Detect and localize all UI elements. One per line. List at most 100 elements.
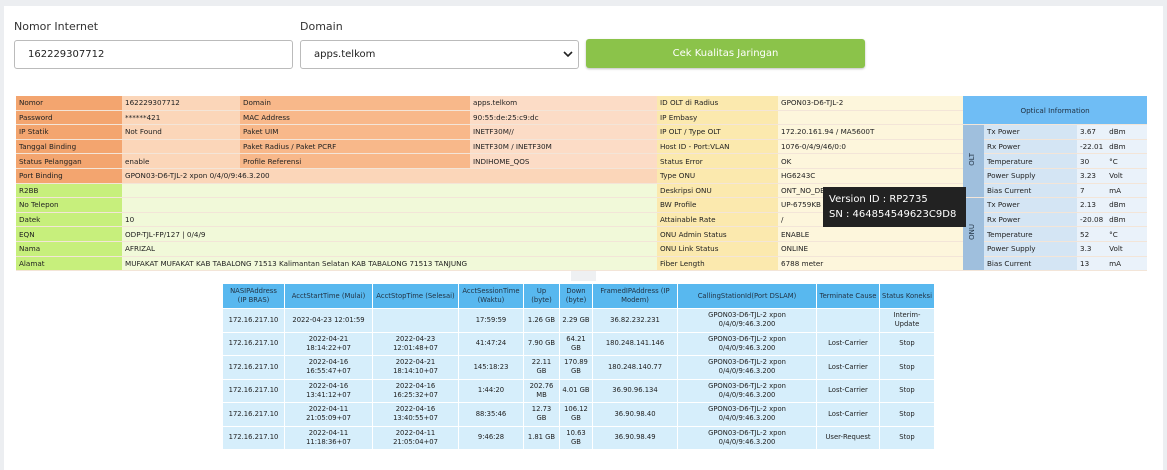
chevron-down-icon bbox=[563, 51, 573, 58]
session-cell: Stop bbox=[879, 378, 935, 403]
optical-metric-name: Bias Current bbox=[984, 256, 1077, 272]
optical-metric-unit: Volt bbox=[1106, 241, 1148, 257]
optical-metric-value: -22.01 bbox=[1077, 139, 1107, 155]
domain-select[interactable]: apps.telkom bbox=[300, 40, 579, 69]
info-row: Nomor 162229307712 Domain apps.telkom ID OLT… bbox=[16, 96, 1148, 126]
session-cell: 17:59:59 bbox=[458, 308, 524, 333]
olt-info-label: Status Error bbox=[657, 153, 778, 169]
session-row: 172.16.217.10 2022-04-21 18:14:22+07 2022-… bbox=[222, 331, 935, 356]
olt-info-label: ONU Link Status bbox=[657, 241, 778, 257]
session-cell: 2022-04-16 16:55:47+07 bbox=[284, 355, 373, 380]
scroll-indicator bbox=[571, 271, 596, 281]
session-cell: Lost-Carrier bbox=[816, 331, 880, 356]
session-cell: 172.16.217.10 bbox=[222, 402, 285, 427]
optical-metric-name: Power Supply bbox=[984, 241, 1077, 257]
session-column-header: Up (byte) bbox=[523, 283, 560, 309]
info-value bbox=[122, 139, 240, 155]
session-row: 172.16.217.10 2022-04-23 12:01:59 17:59:59… bbox=[222, 308, 935, 333]
info-label: IP Statik bbox=[16, 124, 122, 140]
session-cell: 180.248.140.77 bbox=[592, 355, 678, 380]
info-label: Domain bbox=[240, 96, 470, 111]
olt-info-value: 1076-0/4/9/46/0:0 bbox=[778, 139, 963, 155]
session-cell: Stop bbox=[879, 402, 935, 427]
nomor-internet-input[interactable]: 162229307712 bbox=[14, 40, 293, 69]
info-label: No Telepon bbox=[16, 197, 122, 213]
info-row: No Telepon BW Profile UP-6759KB ONU Tx Power… bbox=[16, 197, 1148, 272]
session-cell: GPON03-D6-TJL-2 xpon 0/4/0/9:46.3.200 bbox=[677, 378, 817, 403]
session-cell: 10.63 GB bbox=[559, 425, 593, 450]
info-value: INDIHOME_QOS bbox=[470, 153, 657, 169]
optical-metric-value: -20.08 bbox=[1077, 212, 1107, 228]
domain-label: Domain bbox=[300, 20, 343, 33]
session-cell: 2022-04-21 18:14:10+07 bbox=[372, 355, 459, 380]
session-cell: 2022-04-11 21:05:04+07 bbox=[372, 425, 459, 450]
optical-metric-name: Rx Power bbox=[984, 139, 1077, 155]
session-cell: 4.01 GB bbox=[559, 378, 593, 403]
olt-info-label: IP OLT / Type OLT bbox=[657, 124, 778, 140]
session-cell: 2022-04-16 16:25:32+07 bbox=[372, 378, 459, 403]
session-cell: 2022-04-21 18:14:22+07 bbox=[284, 331, 373, 356]
session-column-header: Down (byte) bbox=[559, 283, 593, 309]
session-cell: 41:47:24 bbox=[458, 331, 524, 356]
session-column-header: CallingStationId(Port DSLAM) bbox=[677, 283, 817, 309]
optical-metric-value: 3.3 bbox=[1077, 241, 1107, 257]
olt-info-value: ONLINE bbox=[778, 241, 963, 257]
session-cell: Interim-Update bbox=[879, 308, 935, 333]
info-row: IP Statik Not Found Paket UIM INETF30M//IP … bbox=[16, 124, 1148, 199]
session-column-header: FramedIPAddress (IP Modem) bbox=[592, 283, 678, 309]
onu-vertical-label: ONU bbox=[968, 224, 976, 241]
info-label: Alamat bbox=[16, 256, 122, 272]
info-value: 90:55:de:25:c9:dc bbox=[470, 110, 657, 126]
tooltip-sn: SN : 464854549623C9D8 bbox=[829, 209, 957, 220]
customer-info-table: Nomor 162229307712 Domain apps.telkom ID OLT… bbox=[16, 96, 1148, 272]
session-cell: 170.89 GB bbox=[559, 355, 593, 380]
cek-kualitas-jaringan-button[interactable]: Cek Kualitas Jaringan bbox=[586, 39, 865, 68]
session-cell: 202.76 MB bbox=[523, 378, 560, 403]
info-label: Nomor bbox=[16, 96, 122, 111]
info-value: ODP-TJL-FP/127 | 0/4/9 bbox=[122, 226, 657, 242]
session-cell: 36.90.98.40 bbox=[592, 402, 678, 427]
olt-info-label: Host ID - Port:VLAN bbox=[657, 139, 778, 155]
optical-metric-name: Bias Current bbox=[984, 183, 1077, 199]
olt-info-value: OK bbox=[778, 153, 963, 169]
session-cell: 1:44:20 bbox=[458, 378, 524, 403]
optical-metric-value: 7 bbox=[1077, 183, 1107, 199]
info-label: Tanggal Binding bbox=[16, 139, 122, 155]
session-row: 172.16.217.10 2022-04-11 11:18:36+07 2022-… bbox=[222, 425, 935, 450]
session-cell: GPON03-D6-TJL-2 xpon 0/4/0/9:46.3.200 bbox=[677, 402, 817, 427]
optical-metric-name: Temperature bbox=[984, 153, 1077, 169]
info-value: apps.telkom bbox=[470, 96, 657, 111]
onu-side-label: ONU bbox=[963, 197, 984, 272]
session-cell: 172.16.217.10 bbox=[222, 425, 285, 450]
info-label: R2BB bbox=[16, 183, 122, 199]
session-cell: 1.26 GB bbox=[523, 308, 560, 333]
optical-metric-name: Temperature bbox=[984, 226, 1077, 242]
info-label: Password bbox=[16, 110, 122, 126]
session-cell bbox=[816, 308, 880, 333]
session-cell: 1.81 GB bbox=[523, 425, 560, 450]
session-cell bbox=[372, 308, 459, 333]
optical-metric-name: Tx Power bbox=[984, 197, 1077, 213]
info-label: Status Pelanggan bbox=[16, 153, 122, 169]
session-cell: 172.16.217.10 bbox=[222, 355, 285, 380]
olt-vertical-label: OLT bbox=[968, 152, 976, 166]
optical-info-title: Optical Information bbox=[963, 96, 1148, 126]
info-value: Not Found bbox=[122, 124, 240, 140]
session-row: 172.16.217.10 2022-04-11 21:05:09+07 2022-… bbox=[222, 402, 935, 427]
olt-info-value: 6788 meter bbox=[778, 256, 963, 272]
info-label: MAC Address bbox=[240, 110, 470, 126]
optical-metric-name: Rx Power bbox=[984, 212, 1077, 228]
session-cell: 2.29 GB bbox=[559, 308, 593, 333]
optical-metric-value: 30 bbox=[1077, 153, 1107, 169]
olt-info-label: ONU Admin Status bbox=[657, 226, 778, 242]
nomor-internet-label: Nomor Internet bbox=[14, 20, 99, 33]
optical-metric-unit: °C bbox=[1106, 226, 1148, 242]
session-cell: GPON03-D6-TJL-2 xpon 0/4/0/9:46.3.200 bbox=[677, 308, 817, 333]
session-cell: GPON03-D6-TJL-2 xpon 0/4/0/9:46.3.200 bbox=[677, 355, 817, 380]
info-value: 10 bbox=[122, 212, 657, 228]
domain-select-value: apps.telkom bbox=[314, 49, 376, 60]
info-label: Port Binding bbox=[16, 168, 122, 184]
optical-metric-unit: mA bbox=[1106, 183, 1148, 199]
session-cell: 145:18:23 bbox=[458, 355, 524, 380]
olt-info-label: Deskripsi ONU bbox=[657, 183, 778, 199]
